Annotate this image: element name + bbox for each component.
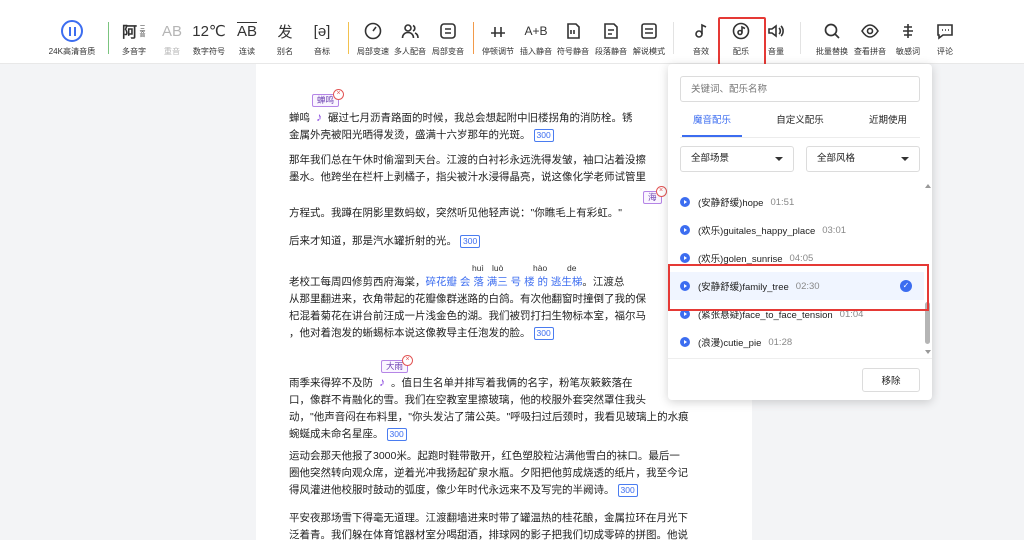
- music-tag-hai[interactable]: 海: [643, 186, 666, 204]
- check-icon: ✓: [900, 280, 912, 292]
- paragraph-3: 方程式。我蹲在阴影里数蚂蚁，突然听见他轻声说："你瞧毛上有彩虹。": [289, 207, 622, 219]
- pinyin-phrase[interactable]: 碎花瓣 会 落 满三 号 楼 的 逃生梯: [426, 276, 583, 288]
- pause-badge[interactable]: 300: [460, 235, 481, 248]
- paragraph-5: 老校工每周四修剪西府海棠，碎花瓣 会 落 满三 号 楼 的 逃生梯。江渡总 从那…: [289, 276, 646, 340]
- sensitive-words-icon: [903, 24, 913, 38]
- comment-button[interactable]: 评论: [923, 20, 967, 57]
- play-icon[interactable]: [680, 309, 690, 319]
- scene-filter[interactable]: 全部场景: [680, 146, 794, 172]
- quality-button[interactable]: 24K高清音质: [47, 20, 97, 57]
- voice-change-icon: [440, 23, 456, 39]
- eye-icon: [861, 24, 879, 38]
- local-pitch-button[interactable]: 局部变音: [426, 20, 470, 57]
- music-panel: 魔音配乐 自定义配乐 近期使用 全部场景 全部风格 (安静舒缓)hope01:5…: [668, 64, 932, 400]
- music-note-icon: ♪: [379, 375, 385, 389]
- paragraph-8: 平安夜那场雪下得毫无道理。江渡翻墙进来时带了罐温热的桂花酿，金属拉环在月光下 泛…: [289, 512, 688, 540]
- track-item[interactable]: (浪漫)cutie_pie 01:28: [668, 328, 924, 356]
- comment-icon: [937, 24, 953, 40]
- play-icon[interactable]: [680, 337, 690, 347]
- play-icon[interactable]: [680, 253, 690, 263]
- play-icon[interactable]: [680, 225, 690, 235]
- music-icon: [732, 22, 750, 40]
- toolbar: 24K高清音质 阿三音 多音字 AB 重音 12℃ 数字符号 AB 连读 发 别…: [0, 0, 1024, 66]
- paragraph-2: 那年我们总在午休时偷溜到天台。江渡的白衬衫永远洗得发皱，袖口沾着没擦 墨水。他跨…: [289, 154, 646, 183]
- sound-effect-icon: [695, 23, 707, 38]
- music-tabs: 魔音配乐 自定义配乐 近期使用: [668, 112, 932, 138]
- track-item[interactable]: (欢乐)golen_sunrise 04:05: [668, 244, 924, 272]
- narration-icon: [641, 23, 657, 39]
- pause-icon: [61, 20, 83, 42]
- pause-badge[interactable]: 300: [533, 327, 554, 340]
- paragraph-7: 运动会那天他报了3000米。起跑时鞋带散开，红色塑胶粒沾满他雪白的袜口。最后一 …: [289, 450, 688, 497]
- pause-adjust-icon: [491, 27, 505, 37]
- chevron-down-icon: [901, 157, 909, 161]
- tab-magic-music[interactable]: 魔音配乐: [668, 112, 756, 137]
- phonetic-button[interactable]: [ə] 音标: [300, 20, 344, 57]
- track-list: (安静舒缓)hope 01:51 (欢乐)guitales_happy_place…: [668, 184, 932, 356]
- track-item[interactable]: (紧张悬疑)face_to_face_tension 01:04: [668, 300, 924, 328]
- remove-button[interactable]: 移除: [862, 368, 920, 392]
- volume-button[interactable]: 音量: [754, 20, 798, 57]
- play-icon[interactable]: [680, 197, 690, 207]
- track-item[interactable]: (安静舒缓)hope 01:51: [668, 188, 924, 216]
- users-icon: [401, 24, 419, 39]
- pause-badge[interactable]: 300: [533, 129, 554, 142]
- paragraph-silence-icon: [604, 23, 618, 39]
- music-tag-chanming[interactable]: 蝉鸣: [312, 89, 345, 107]
- paragraph-1: 蝉鸣 ♪ 碾过七月沥青路面的时候，我总会想起附中旧楼拐角的消防栓。锈 金属外壳被阳光…: [289, 110, 633, 142]
- track-list-scrollbar[interactable]: [924, 184, 932, 356]
- narration-mode-button[interactable]: 解说模式: [627, 20, 671, 57]
- speedometer-icon: [364, 22, 382, 40]
- chevron-down-icon: [775, 157, 783, 161]
- tab-recent[interactable]: 近期使用: [844, 112, 932, 130]
- music-note-icon: ♪: [316, 110, 322, 124]
- music-tag-dayu[interactable]: 大雨: [381, 355, 414, 373]
- volume-icon: [768, 24, 784, 38]
- pause-badge[interactable]: 300: [617, 484, 638, 497]
- music-search-input[interactable]: [680, 76, 920, 102]
- track-item-selected[interactable]: (安静舒缓)family_tree 02:30 ✓: [668, 272, 924, 300]
- play-icon[interactable]: [680, 281, 690, 291]
- style-filter[interactable]: 全部风格: [806, 146, 920, 172]
- symbol-silence-icon: [567, 23, 580, 39]
- paragraph-4: 后来才知道，那是汽水罐折射的光。 300: [289, 233, 729, 250]
- paragraph-6: 雨季来得猝不及防 ♪ 。值日生名单并排写着我俩的名字，粉笔灰簌簌落在 口，像群不肯融…: [289, 375, 689, 441]
- tab-custom-music[interactable]: 自定义配乐: [756, 112, 844, 130]
- track-item[interactable]: (欢乐)guitales_happy_place 03:01: [668, 216, 924, 244]
- sound-effect-button[interactable]: 音效: [679, 20, 723, 57]
- pause-badge[interactable]: 300: [386, 428, 407, 441]
- search-icon: [824, 23, 840, 39]
